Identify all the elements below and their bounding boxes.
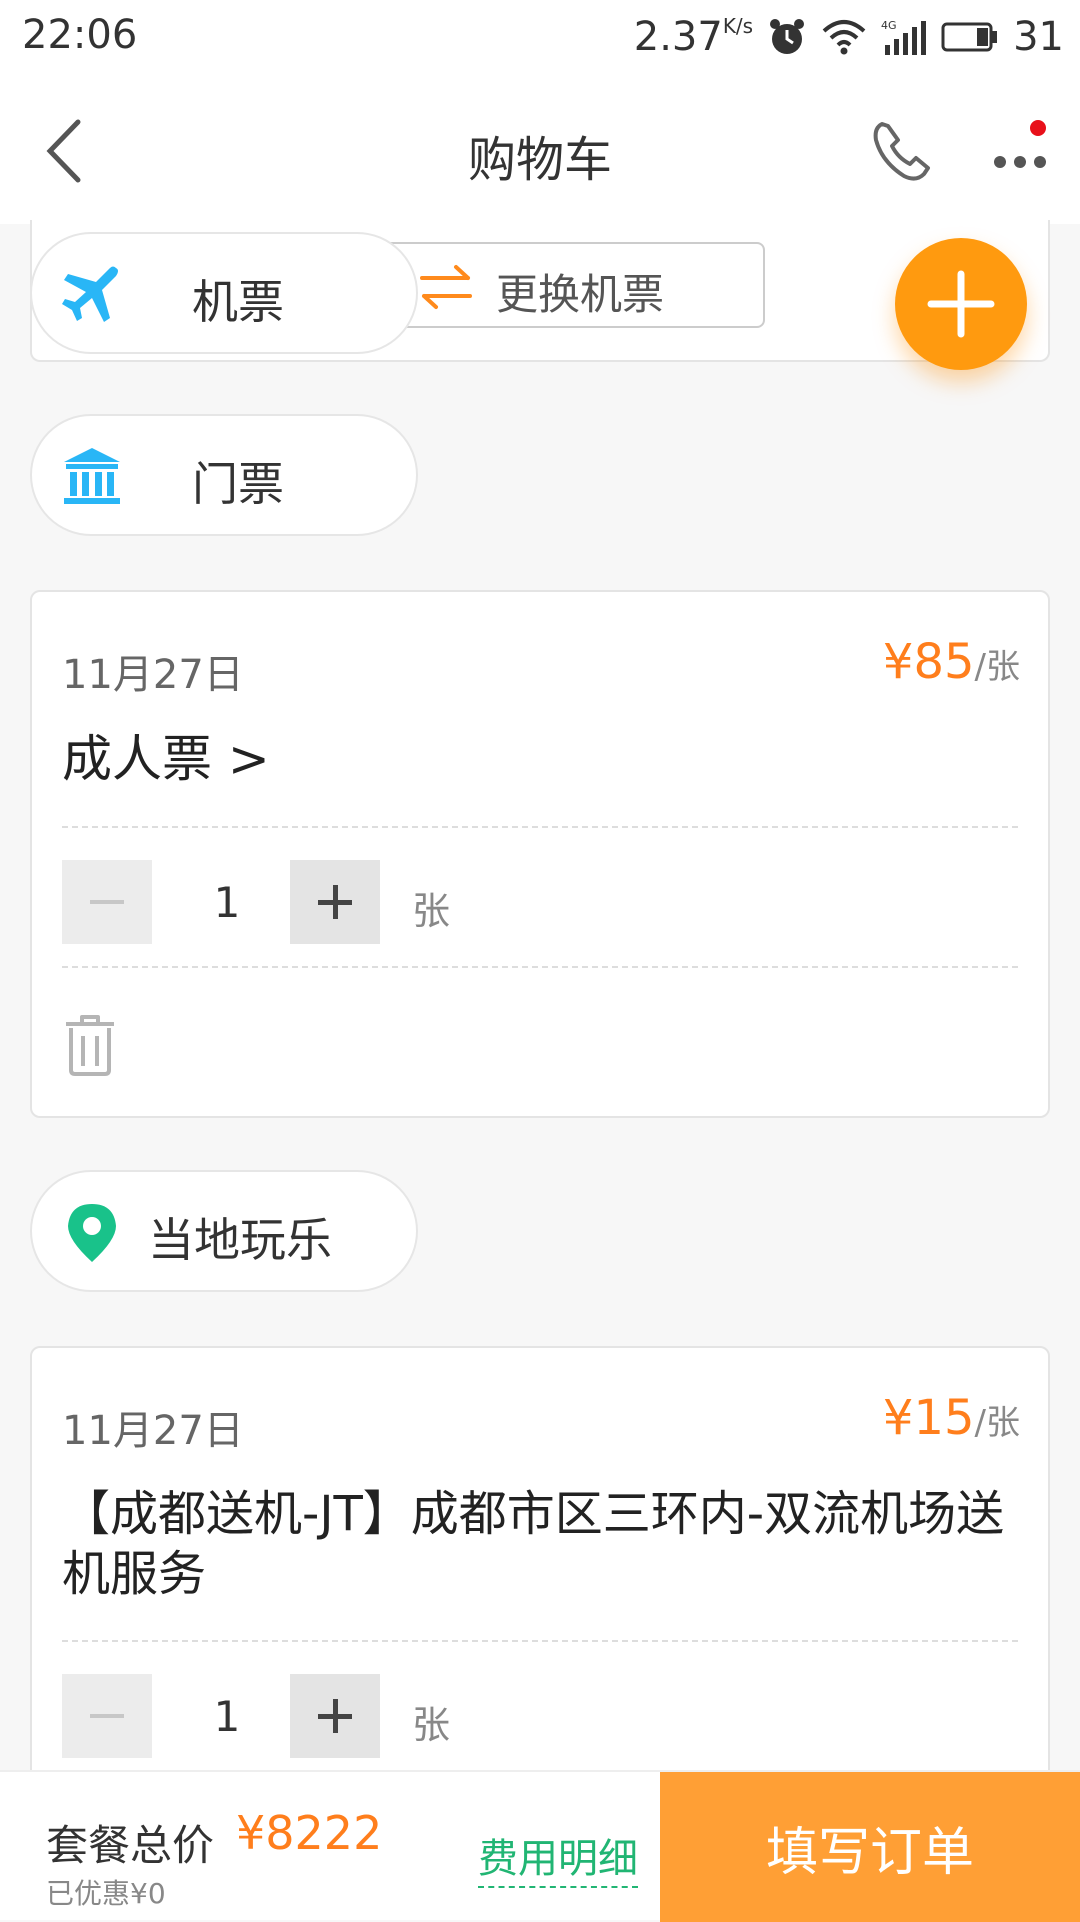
status-time: 22:06 [22,12,138,58]
fill-order-button[interactable]: 填写订单 [660,1772,1080,1922]
divider [62,1640,1018,1642]
minus-icon [90,1714,124,1718]
ticket-item-card: 11月27日 ¥85/张 成人票 > 1 张 [30,590,1050,1118]
back-arrow-icon[interactable] [38,116,98,186]
change-flight-label: 更换机票 [496,270,665,319]
ticket-section-label: 门票 [192,457,284,511]
status-right: 2.37K/s 4G 31 [634,10,1064,64]
flight-section-pill: 机票 [30,232,418,354]
divider [62,826,1018,828]
total-price: ¥8222 [236,1806,383,1860]
quantity-minus-button[interactable] [62,1674,152,1758]
plus-icon [927,270,995,338]
item-price: ¥15/张 [882,1390,1020,1446]
quantity-plus-button[interactable] [290,860,380,944]
divider [62,966,1018,968]
trash-icon[interactable] [62,1012,118,1076]
item-date: 11月27日 [62,1408,244,1454]
quantity-unit: 张 [412,889,451,933]
quantity-plus-button[interactable] [290,1674,380,1758]
swap-icon [420,265,472,309]
phone-icon[interactable] [868,116,938,186]
item-date: 11月27日 [62,652,244,698]
change-flight-button[interactable]: 更换机票 [380,242,765,328]
notification-dot [1030,120,1046,136]
add-fab-button[interactable] [895,238,1027,370]
svg-text:4G: 4G [881,19,897,32]
local-section-pill: 当地玩乐 [30,1170,418,1292]
battery-icon [941,22,998,52]
nav-bar: 购物车 [0,74,1080,224]
item-price: ¥85/张 [882,634,1020,690]
museum-icon [64,448,120,504]
local-item-card: 11月27日 ¥15/张 【成都送机-JT】成都市区三环内-双流机场送机服务 1… [30,1346,1050,1786]
signal-icon: 4G [881,19,927,55]
alarm-icon [770,19,805,54]
ticket-section-pill: 门票 [30,414,418,536]
local-section-label: 当地玩乐 [148,1213,332,1267]
minus-icon [90,900,124,904]
item-name-link[interactable]: 成人票 > [62,728,1018,790]
status-bar: 22:06 2.37K/s 4G 31 [0,0,1080,74]
item-name-link[interactable]: 【成都送机-JT】成都市区三环内-双流机场送机服务 [62,1484,1018,1604]
quantity-value: 1 [213,878,241,927]
total-label: 套餐总价 [46,1821,215,1870]
quantity-value: 1 [213,1692,241,1741]
wifi-icon [822,20,866,55]
bottom-bar: 套餐总价 ¥8222 已优惠¥0 费用明细 填写订单 [0,1770,1080,1922]
plus-icon-v [333,1699,338,1733]
quantity-unit: 张 [412,1703,451,1747]
fee-detail-link[interactable]: 费用明细 [478,1826,638,1888]
more-icon[interactable] [990,116,1060,186]
location-pin-icon [68,1204,116,1262]
battery-level: 31 [1013,14,1064,60]
network-speed: 2.37K/s [633,14,754,60]
quantity-minus-button[interactable] [62,860,152,944]
plane-icon [62,266,118,322]
flight-section-label: 机票 [192,275,284,329]
plus-icon-v [333,885,338,919]
discount-text: 已优惠¥0 [46,1877,166,1910]
